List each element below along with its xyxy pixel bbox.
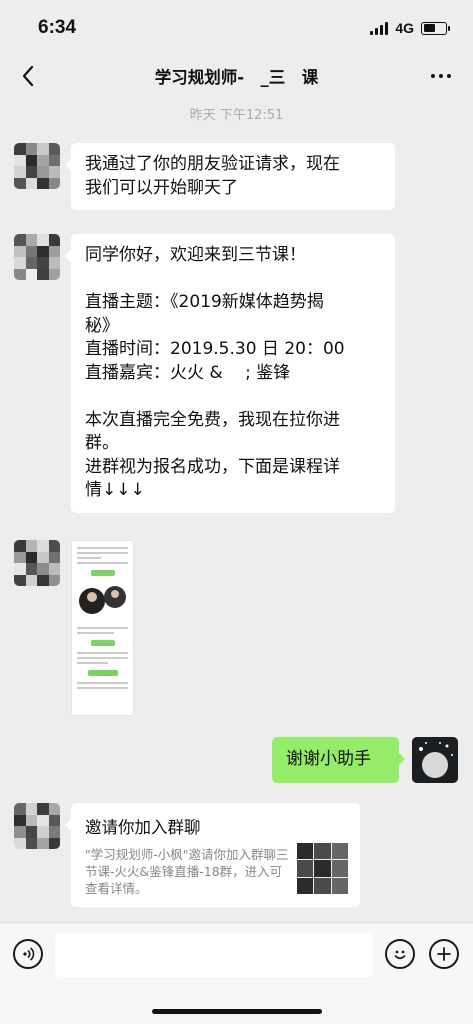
my-avatar[interactable] [412, 737, 458, 783]
chat-title: 学习规划师- _三 课 [154, 68, 319, 87]
message-bubble[interactable]: 我通过了你的朋友验证请求，现在 我们可以开始聊天了 [65, 143, 395, 210]
status-indicators: 4G [370, 20, 450, 36]
chevron-left-icon[interactable] [14, 62, 42, 90]
image-message[interactable] [71, 540, 134, 716]
avatar[interactable] [14, 540, 60, 586]
plus-icon[interactable] [429, 939, 459, 969]
avatar[interactable] [14, 234, 60, 280]
avatar-image [412, 737, 458, 783]
message-text: 同学你好，欢迎来到三节课！ 直播主题：《2019新媒体趋势揭 秘》 直播时间：2… [85, 245, 345, 500]
status-time: 6:34 [38, 17, 77, 38]
message-text: 谢谢小助手 [286, 749, 371, 769]
image-portraits [79, 586, 126, 614]
invite-description: "学习规划师-小枫"邀请你加入群聊三节课-火火&鉴锋直播-18群，进入可查看详情… [85, 847, 289, 896]
message-timestamp: 昨天 下午12:51 [189, 108, 284, 123]
message-bubble[interactable]: 同学你好，欢迎来到三节课！ 直播主题：《2019新媒体趋势揭 秘》 直播时间：2… [65, 234, 395, 513]
avatar[interactable] [14, 803, 60, 849]
more-dots-icon[interactable] [427, 64, 455, 88]
voice-icon[interactable] [13, 939, 43, 969]
group-invite-card[interactable]: 邀请你加入群聊 "学习规划师-小枫"邀请你加入群聊三节课-火火&鉴锋直播-18群… [65, 803, 360, 907]
chat-header: 学习规划师- _三 课 [0, 56, 473, 96]
network-type: 4G [395, 20, 414, 36]
message-text: 我通过了你的朋友验证请求，现在 我们可以开始聊天了 [85, 154, 340, 198]
status-bar: 6:34 4G [0, 0, 473, 56]
message-input[interactable] [55, 933, 373, 977]
battery-icon [421, 21, 450, 35]
signal-icon [370, 21, 389, 35]
my-message-bubble[interactable]: 谢谢小助手 [272, 737, 405, 783]
avatar[interactable] [14, 143, 60, 189]
home-indicator[interactable] [152, 1009, 322, 1014]
invite-title: 邀请你加入群聊 [85, 818, 201, 837]
emoji-icon[interactable] [385, 939, 415, 969]
group-thumbnail [297, 843, 348, 894]
